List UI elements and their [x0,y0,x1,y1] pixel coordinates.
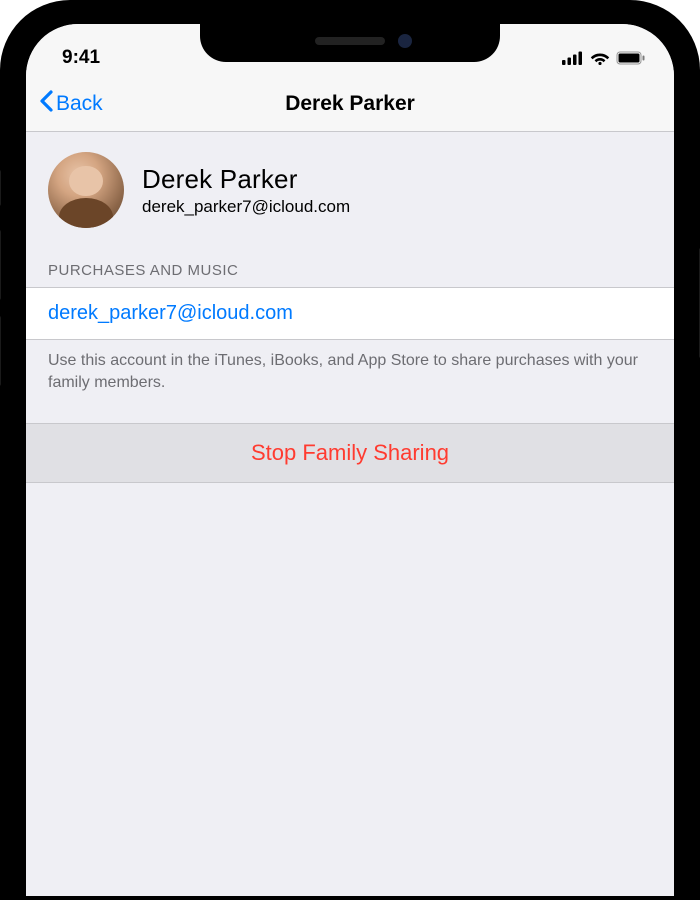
page-title: Derek Parker [285,92,415,116]
phone-frame: 9:41 [0,0,700,900]
device-notch [200,20,500,62]
volume-up-button [0,230,1,300]
avatar [48,152,124,228]
purchases-account-row[interactable]: derek_parker7@icloud.com [26,287,674,340]
purchases-account-value: derek_parker7@icloud.com [48,302,293,324]
cellular-signal-icon [562,51,584,65]
battery-icon [616,51,646,65]
wifi-icon [590,51,610,65]
navigation-bar: Back Derek Parker [26,76,674,132]
screen: 9:41 [26,24,674,896]
chevron-left-icon [38,89,54,119]
back-button[interactable]: Back [38,89,103,119]
back-label: Back [56,92,103,116]
purchases-section-footer: Use this account in the iTunes, iBooks, … [26,340,674,423]
front-camera [398,34,412,48]
status-time: 9:41 [62,47,152,69]
profile-header: Derek Parker derek_parker7@icloud.com [26,132,674,256]
volume-down-button [0,316,1,386]
speaker-grille [315,37,385,45]
status-indicators [562,51,646,65]
profile-info: Derek Parker derek_parker7@icloud.com [142,164,350,217]
stop-family-sharing-label: Stop Family Sharing [251,440,449,465]
profile-email: derek_parker7@icloud.com [142,197,350,217]
purchases-section-header: PURCHASES AND MUSIC [26,256,674,287]
profile-name: Derek Parker [142,164,350,195]
mute-switch [0,170,1,206]
stop-family-sharing-button[interactable]: Stop Family Sharing [26,423,674,483]
